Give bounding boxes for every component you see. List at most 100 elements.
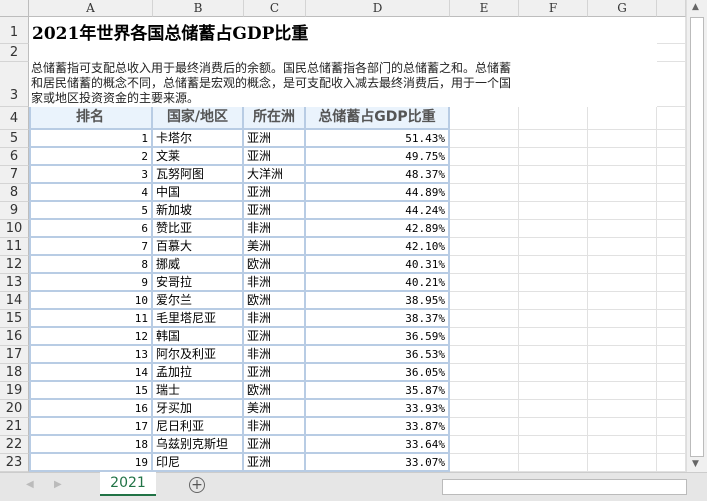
empty-cell[interactable]: [657, 17, 686, 44]
table-header-cell[interactable]: 排名: [29, 107, 153, 130]
rank-cell[interactable]: 13: [29, 346, 153, 364]
empty-cell[interactable]: [588, 364, 657, 382]
continent-cell[interactable]: 亚洲: [244, 184, 306, 202]
row-header[interactable]: 13: [0, 274, 29, 292]
savings-ratio-cell[interactable]: 38.95%: [306, 292, 450, 310]
empty-cell[interactable]: [519, 454, 588, 472]
empty-cell[interactable]: [519, 107, 588, 130]
column-header[interactable]: G: [588, 0, 657, 17]
column-header[interactable]: A: [29, 0, 153, 17]
row-header[interactable]: 5: [0, 130, 29, 148]
select-all-corner[interactable]: [0, 0, 29, 17]
next-sheet-arrow-icon[interactable]: ▶: [54, 479, 62, 490]
continent-cell[interactable]: 亚洲: [244, 130, 306, 148]
empty-cell[interactable]: [450, 400, 519, 418]
empty-cell[interactable]: [657, 62, 686, 107]
empty-cell[interactable]: [519, 202, 588, 220]
savings-ratio-cell[interactable]: 33.07%: [306, 454, 450, 472]
empty-cell[interactable]: [657, 418, 686, 436]
country-cell[interactable]: 爱尔兰: [153, 292, 244, 310]
empty-cell[interactable]: [450, 148, 519, 166]
empty-cell[interactable]: [519, 346, 588, 364]
empty-cell[interactable]: [588, 130, 657, 148]
continent-cell[interactable]: 欧洲: [244, 382, 306, 400]
country-cell[interactable]: 安哥拉: [153, 274, 244, 292]
rank-cell[interactable]: 19: [29, 454, 153, 472]
empty-cell[interactable]: [657, 107, 686, 130]
empty-cell[interactable]: [450, 130, 519, 148]
savings-ratio-cell[interactable]: 42.10%: [306, 238, 450, 256]
column-header[interactable]: D: [306, 0, 450, 17]
empty-cell[interactable]: [519, 256, 588, 274]
empty-cell[interactable]: [588, 256, 657, 274]
row-header[interactable]: 23: [0, 454, 29, 472]
row-header[interactable]: 9: [0, 202, 29, 220]
savings-ratio-cell[interactable]: 36.05%: [306, 364, 450, 382]
row-header[interactable]: 15: [0, 310, 29, 328]
empty-cell[interactable]: [519, 436, 588, 454]
rank-cell[interactable]: 1: [29, 130, 153, 148]
empty-cell[interactable]: [450, 202, 519, 220]
empty-cell[interactable]: [657, 346, 686, 364]
row-header[interactable]: 8: [0, 184, 29, 202]
continent-cell[interactable]: 非洲: [244, 220, 306, 238]
savings-ratio-cell[interactable]: 42.89%: [306, 220, 450, 238]
rank-cell[interactable]: 7: [29, 238, 153, 256]
rank-cell[interactable]: 5: [29, 202, 153, 220]
rank-cell[interactable]: 9: [29, 274, 153, 292]
empty-cell[interactable]: [588, 238, 657, 256]
row-header[interactable]: 6: [0, 148, 29, 166]
row-header[interactable]: 7: [0, 166, 29, 184]
empty-cell[interactable]: [657, 436, 686, 454]
continent-cell[interactable]: 非洲: [244, 310, 306, 328]
savings-ratio-cell[interactable]: 36.53%: [306, 346, 450, 364]
savings-ratio-cell[interactable]: 38.37%: [306, 310, 450, 328]
empty-cell[interactable]: [657, 400, 686, 418]
empty-cell[interactable]: [657, 202, 686, 220]
empty-cell[interactable]: [519, 184, 588, 202]
savings-ratio-cell[interactable]: 51.43%: [306, 130, 450, 148]
prev-sheet-arrow-icon[interactable]: ◀: [26, 479, 34, 490]
empty-cell[interactable]: [588, 274, 657, 292]
column-header[interactable]: F: [519, 0, 588, 17]
savings-ratio-cell[interactable]: 33.93%: [306, 400, 450, 418]
empty-cell[interactable]: [519, 274, 588, 292]
scroll-thumb[interactable]: [690, 17, 704, 457]
savings-ratio-cell[interactable]: 33.64%: [306, 436, 450, 454]
empty-cell[interactable]: [657, 220, 686, 238]
horizontal-scrollbar[interactable]: [442, 479, 687, 495]
empty-cell[interactable]: [450, 310, 519, 328]
empty-cell[interactable]: [588, 454, 657, 472]
empty-cell[interactable]: [588, 184, 657, 202]
continent-cell[interactable]: 亚洲: [244, 202, 306, 220]
row-header[interactable]: 22: [0, 436, 29, 454]
empty-cell[interactable]: [588, 220, 657, 238]
empty-cell[interactable]: [657, 130, 686, 148]
empty-cell[interactable]: [519, 148, 588, 166]
empty-cell[interactable]: [657, 166, 686, 184]
table-header-cell[interactable]: 国家/地区: [153, 107, 244, 130]
empty-cell[interactable]: [588, 400, 657, 418]
rank-cell[interactable]: 16: [29, 400, 153, 418]
row-header[interactable]: 2: [0, 44, 29, 62]
savings-ratio-cell[interactable]: 48.37%: [306, 166, 450, 184]
country-cell[interactable]: 牙买加: [153, 400, 244, 418]
savings-ratio-cell[interactable]: 33.87%: [306, 418, 450, 436]
rank-cell[interactable]: 12: [29, 328, 153, 346]
empty-cell[interactable]: [450, 184, 519, 202]
empty-cell[interactable]: [450, 107, 519, 130]
country-cell[interactable]: 韩国: [153, 328, 244, 346]
continent-cell[interactable]: 亚洲: [244, 436, 306, 454]
vertical-scrollbar[interactable]: ▲ ▼: [686, 0, 707, 472]
scroll-down-icon[interactable]: ▼: [692, 459, 699, 469]
empty-cell[interactable]: [657, 292, 686, 310]
rank-cell[interactable]: 11: [29, 310, 153, 328]
rank-cell[interactable]: 15: [29, 382, 153, 400]
empty-cell[interactable]: [450, 220, 519, 238]
continent-cell[interactable]: 非洲: [244, 346, 306, 364]
row-header[interactable]: 19: [0, 382, 29, 400]
column-header[interactable]: E: [450, 0, 519, 17]
empty-cell[interactable]: [519, 328, 588, 346]
country-cell[interactable]: 文莱: [153, 148, 244, 166]
empty-cell[interactable]: [588, 328, 657, 346]
